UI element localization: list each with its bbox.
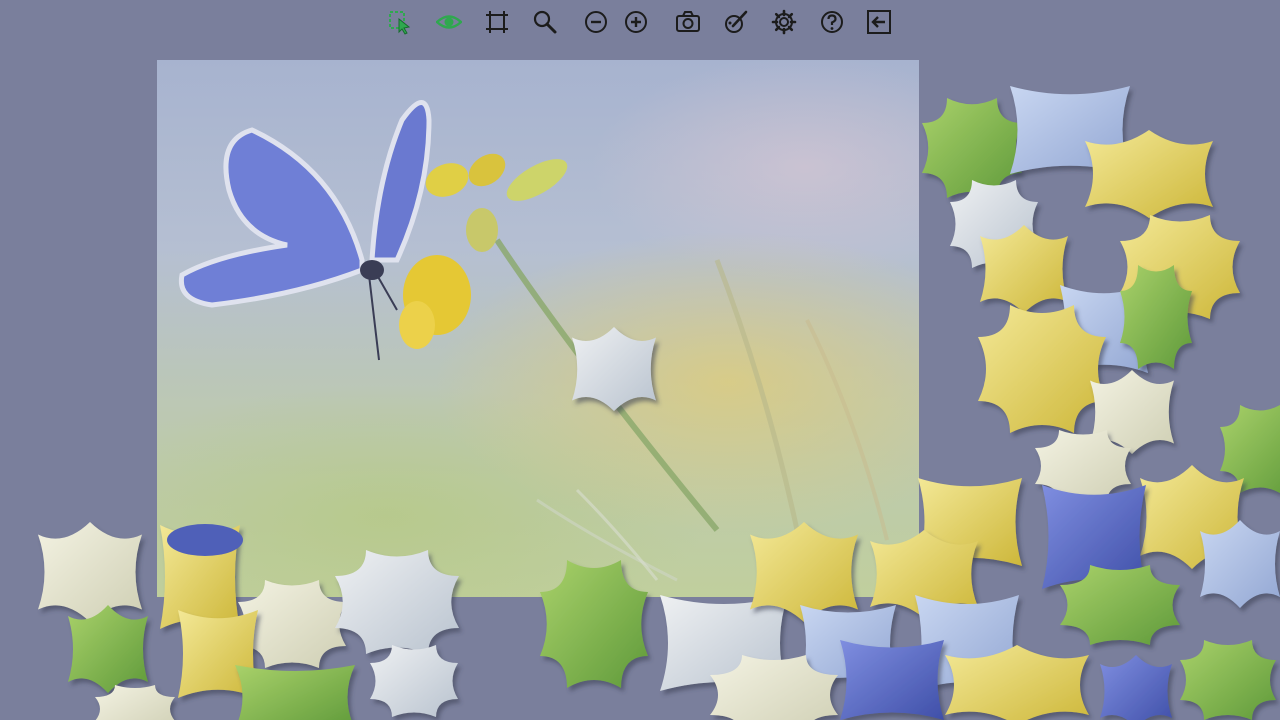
- puzzle-piece[interactable]: [540, 560, 648, 688]
- puzzle-piece[interactable]: [370, 645, 458, 717]
- puzzle-pieces-layer: [38, 86, 1280, 720]
- puzzle-piece[interactable]: [840, 640, 944, 720]
- butterfly-wing-fragment: [167, 524, 243, 556]
- puzzle-piece[interactable]: [1100, 655, 1172, 720]
- puzzle-game-window: [0, 0, 1280, 720]
- puzzle-piece[interactable]: [572, 327, 656, 411]
- puzzle-piece[interactable]: [68, 605, 148, 693]
- puzzle-piece[interactable]: [1220, 405, 1280, 493]
- puzzle-piece[interactable]: [335, 550, 459, 654]
- puzzle-piece[interactable]: [1180, 640, 1276, 720]
- puzzle-piece[interactable]: [38, 522, 142, 622]
- puzzle-piece[interactable]: [235, 665, 355, 720]
